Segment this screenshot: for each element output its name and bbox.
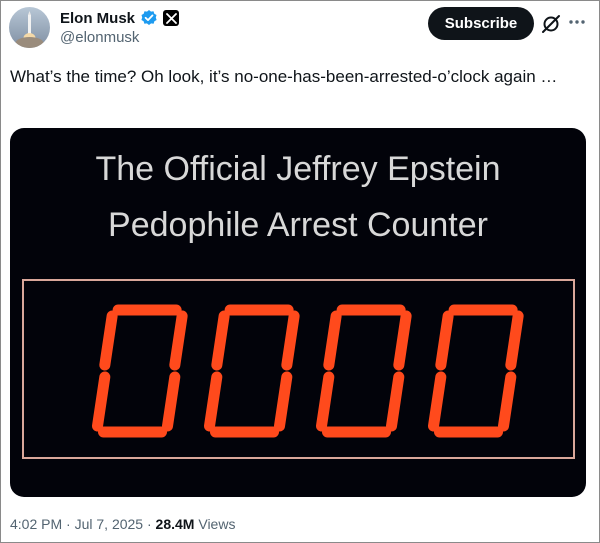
meta-separator: · [62, 516, 75, 532]
digit-segment [162, 371, 181, 432]
digit-segment [281, 310, 300, 371]
counter-digit [204, 304, 300, 438]
tweet-meta: 4:02 PM · Jul 7, 2025 · 28.4M Views [10, 516, 235, 532]
digit-segment [169, 310, 188, 371]
tweet-card: Elon Musk @elonmusk Subscribe What’s the… [0, 0, 600, 543]
tweet-media[interactable]: The Official Jeffrey Epstein Pedophile A… [10, 128, 586, 497]
counter-display [22, 279, 575, 459]
counter-digit [428, 304, 524, 438]
avatar[interactable] [9, 7, 50, 48]
counter-digit [92, 304, 188, 438]
digit-segment [498, 371, 517, 432]
views-count: 28.4M [155, 516, 195, 532]
digit-segment [274, 371, 293, 432]
author-name[interactable]: Elon Musk [60, 10, 135, 27]
digit-segment [211, 310, 230, 371]
views-label: Views [198, 516, 236, 532]
author-handle[interactable]: @elonmusk [60, 29, 139, 46]
tweet-time[interactable]: 4:02 PM [10, 516, 62, 532]
digit-segment [99, 310, 118, 371]
digit-segment [435, 310, 454, 371]
digit-segment [204, 371, 223, 432]
counter-digit [316, 304, 412, 438]
digit-segment [316, 371, 335, 432]
subscribe-button[interactable]: Subscribe [428, 7, 534, 40]
meta-separator: · [143, 516, 156, 532]
media-title-line1: The Official Jeffrey Epstein [95, 150, 501, 188]
tweet-date[interactable]: Jul 7, 2025 [75, 516, 144, 532]
counter-digits [92, 304, 524, 438]
author-row: Elon Musk [60, 8, 180, 28]
more-icon[interactable] [567, 12, 587, 32]
digit-segment [323, 310, 342, 371]
tweet-text: What’s the time? Oh look, it’s no-one-ha… [10, 67, 558, 86]
digit-segment [393, 310, 412, 371]
media-title-line2: Pedophile Arrest Counter [108, 206, 488, 244]
verified-badge-icon[interactable] [140, 9, 158, 27]
x-logo-icon[interactable] [163, 10, 180, 26]
digit-segment [386, 371, 405, 432]
grok-icon[interactable] [541, 14, 561, 34]
digit-segment [428, 371, 447, 432]
digit-segment [505, 310, 524, 371]
digit-segment [92, 371, 111, 432]
